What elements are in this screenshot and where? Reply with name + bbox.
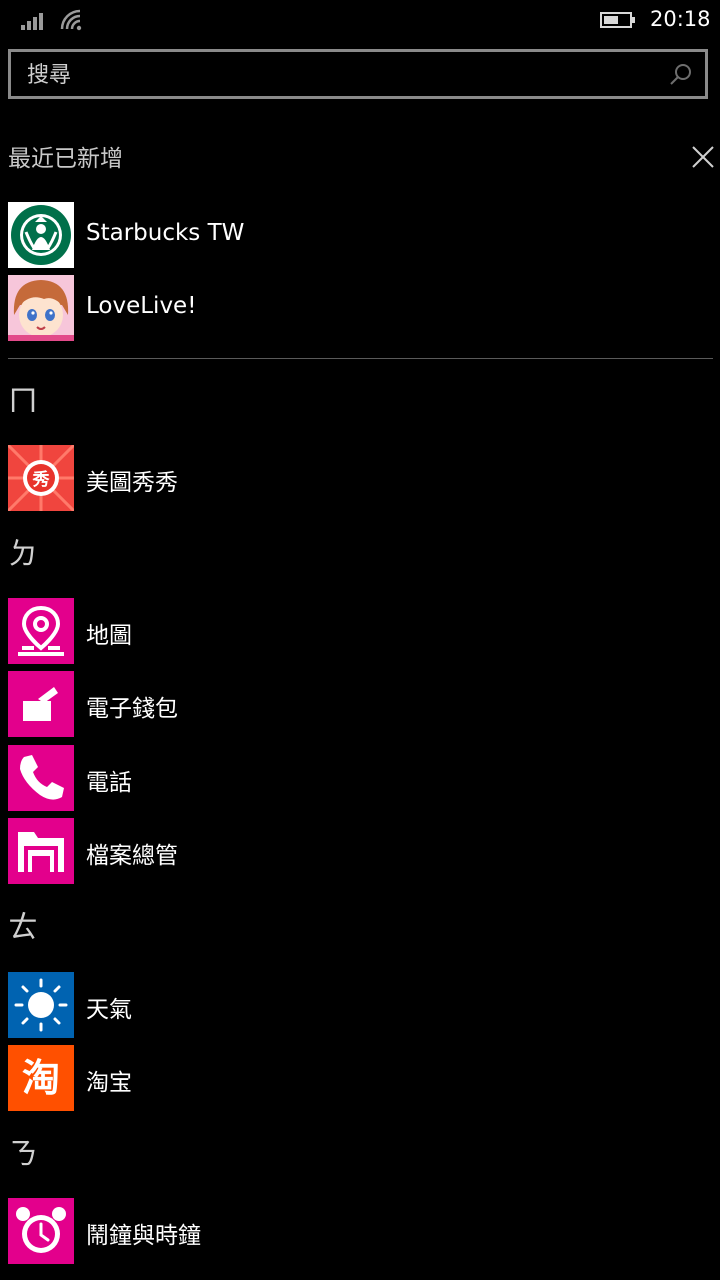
search-input[interactable] [27, 58, 627, 92]
status-bar: 20:18 [0, 0, 720, 40]
app-label: 電話 [86, 770, 132, 796]
app-item-file-explorer[interactable]: 檔案總管 [8, 818, 708, 884]
app-label: 美圖秀秀 [86, 470, 178, 496]
app-item-meitu[interactable]: 秀 美圖秀秀 [8, 445, 708, 511]
starbucks-logo-icon [8, 202, 74, 268]
app-label: 天氣 [86, 997, 132, 1023]
signal-strength-icon [21, 13, 43, 30]
app-item-alarms-clock[interactable]: 鬧鐘與時鐘 [8, 1198, 708, 1264]
app-label: 電子錢包 [86, 696, 178, 722]
app-label: 鬧鐘與時鐘 [86, 1223, 201, 1249]
anime-avatar-icon [8, 275, 74, 341]
battery-icon [600, 12, 635, 28]
app-item-starbucks[interactable]: Starbucks TW [8, 202, 708, 268]
status-time: 20:18 [650, 7, 711, 31]
map-pin-icon [8, 598, 74, 664]
section-divider [8, 358, 713, 359]
group-letter-t[interactable]: ㄊ [8, 910, 38, 946]
folder-icon [8, 818, 74, 884]
group-letter-n[interactable]: ㄋ [8, 1137, 38, 1173]
alarm-clock-icon [8, 1198, 74, 1264]
group-letter-d[interactable]: ㄉ [8, 537, 38, 573]
app-item-maps[interactable]: 地圖 [8, 598, 708, 664]
search-box[interactable] [8, 49, 708, 99]
search-icon[interactable] [669, 63, 693, 87]
svg-text:秀: 秀 [32, 470, 50, 490]
phone-icon [8, 745, 74, 811]
app-list-screen: 20:18 最近已新增 Starbucks TW [0, 0, 720, 1280]
meitu-icon: 秀 [8, 445, 74, 511]
app-label: LoveLive! [86, 293, 197, 319]
taobao-icon: 淘 [8, 1045, 74, 1111]
app-label: 地圖 [86, 623, 132, 649]
app-label: 檔案總管 [86, 843, 178, 869]
wifi-icon [60, 9, 82, 31]
app-label: Starbucks TW [86, 220, 245, 246]
app-item-lovelive[interactable]: LoveLive! [8, 275, 708, 341]
recently-added-heading: 最近已新增 [8, 146, 123, 172]
app-label: 淘宝 [86, 1070, 132, 1096]
app-item-phone[interactable]: 電話 [8, 745, 708, 811]
app-item-wallet[interactable]: 電子錢包 [8, 671, 708, 737]
app-item-taobao[interactable]: 淘 淘宝 [8, 1045, 708, 1111]
group-letter-m[interactable]: ㄇ [8, 384, 38, 420]
sun-icon [8, 972, 74, 1038]
wallet-icon [8, 671, 74, 737]
svg-text:淘: 淘 [22, 1056, 60, 1100]
close-icon[interactable] [690, 144, 716, 170]
app-item-weather[interactable]: 天氣 [8, 972, 708, 1038]
